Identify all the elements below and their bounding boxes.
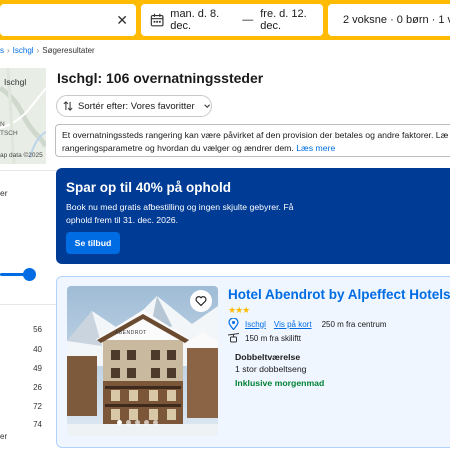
guests-summary: 2 voksne · 0 børn · 1 væ [343,14,450,26]
map-label-n: N [0,121,5,128]
show-on-map-link[interactable]: Vis på kort [274,320,312,329]
date-picker-field[interactable]: man. d. 8. dec. — fre. d. 12. dec. [141,4,323,36]
breadcrumb-item-current: Søgeresultater [42,46,95,55]
distance-from-center: 250 m fra centrum [321,319,387,329]
star-rating: ★★★ [228,305,250,315]
room-type: Dobbeltværelse [235,352,301,362]
breadcrumb-item-ischgl[interactable]: Ischgl [13,46,34,55]
carousel-dot[interactable] [126,420,131,425]
checkin-date[interactable]: man. d. 8. dec. [170,8,235,32]
clear-destination-icon[interactable]: ✕ [116,12,128,29]
location-pin-icon [228,318,239,330]
chevron-down-icon [203,104,210,109]
breadcrumb: s › Ischgl › Søgeresultater [0,46,95,55]
breadcrumb-separator: › [36,46,40,55]
bed-configuration: 1 stor dobbeltseng [235,364,307,374]
guests-field[interactable]: 2 voksne · 0 børn · 1 væ [328,4,450,36]
checkout-date[interactable]: fre. d. 12. dec. [260,8,323,32]
filter-count: 74 [33,420,42,429]
photo-carousel-dots[interactable] [117,420,158,425]
breadcrumb-item-country[interactable]: s [0,46,4,55]
sort-dropdown[interactable]: Sortér efter: Vores favoritter [56,95,212,117]
read-more-link[interactable]: Læs mere [296,143,335,153]
map-label-ischgl: Ischgl [4,77,27,87]
distance-from-ski-lift: 150 m fra skiliftt [245,334,302,343]
hotel-photo-sign: ABENDROT [115,330,147,336]
destination-field[interactable]: ✕ [0,4,136,36]
filter-count: 49 [33,364,42,373]
ski-lift-row: 150 m fra skiliftt [228,333,301,344]
sidebar-budget-label: er [0,188,8,198]
save-favorite-button[interactable] [190,290,212,312]
filter-count: 26 [33,383,42,392]
breakfast-included: Inklusive morgenmad [235,378,325,388]
carousel-dot[interactable] [117,420,122,425]
budget-slider-handle[interactable] [23,268,36,281]
search-bar: ✕ man. d. 8. dec. — fre. d. 12. dec. 2 v… [0,0,450,40]
sort-label: Sortér efter: Vores favoritter [77,100,195,112]
heart-icon [195,296,207,307]
ranking-notice: Et overnatningssteds rangering kan være … [55,124,450,157]
filter-count: 72 [33,402,42,411]
promo-title: Spar op til 40% på ophold [66,180,232,195]
hotel-location-link[interactable]: Ischgl [245,320,266,329]
sort-arrows-icon [63,101,73,111]
ranking-notice-text: Et overnatningssteds rangering kan være … [62,130,449,153]
promo-banner: Spar op til 40% på ophold Book nu med gr… [56,168,450,264]
show-more-filters[interactable]: er [0,432,7,441]
map-copyright: ap data ©2025 [0,152,43,159]
results-title: Ischgl: 106 overnatningssteder [57,70,264,86]
map-thumbnail[interactable]: Ischgl N TSCH ap data ©2025 [0,68,46,164]
see-deals-button[interactable]: Se tilbud [66,232,120,254]
carousel-dot[interactable] [153,420,158,425]
carousel-dot[interactable] [135,420,140,425]
hotel-name-link[interactable]: Hotel Abendrot by Alpeffect Hotels [228,287,450,302]
ski-lift-icon [228,333,239,343]
promo-text: Book nu med gratis afbestilling og ingen… [66,202,294,225]
carousel-dot[interactable] [144,420,149,425]
filter-count: 40 [33,345,42,354]
breadcrumb-separator: › [7,46,10,55]
date-separator: — [242,14,254,26]
filter-count: 56 [33,325,42,334]
calendar-icon [150,13,164,27]
hotel-location-row: Ischgl Vis på kort 250 m fra centrum [228,318,386,330]
map-label-tsch: TSCH [0,130,18,137]
